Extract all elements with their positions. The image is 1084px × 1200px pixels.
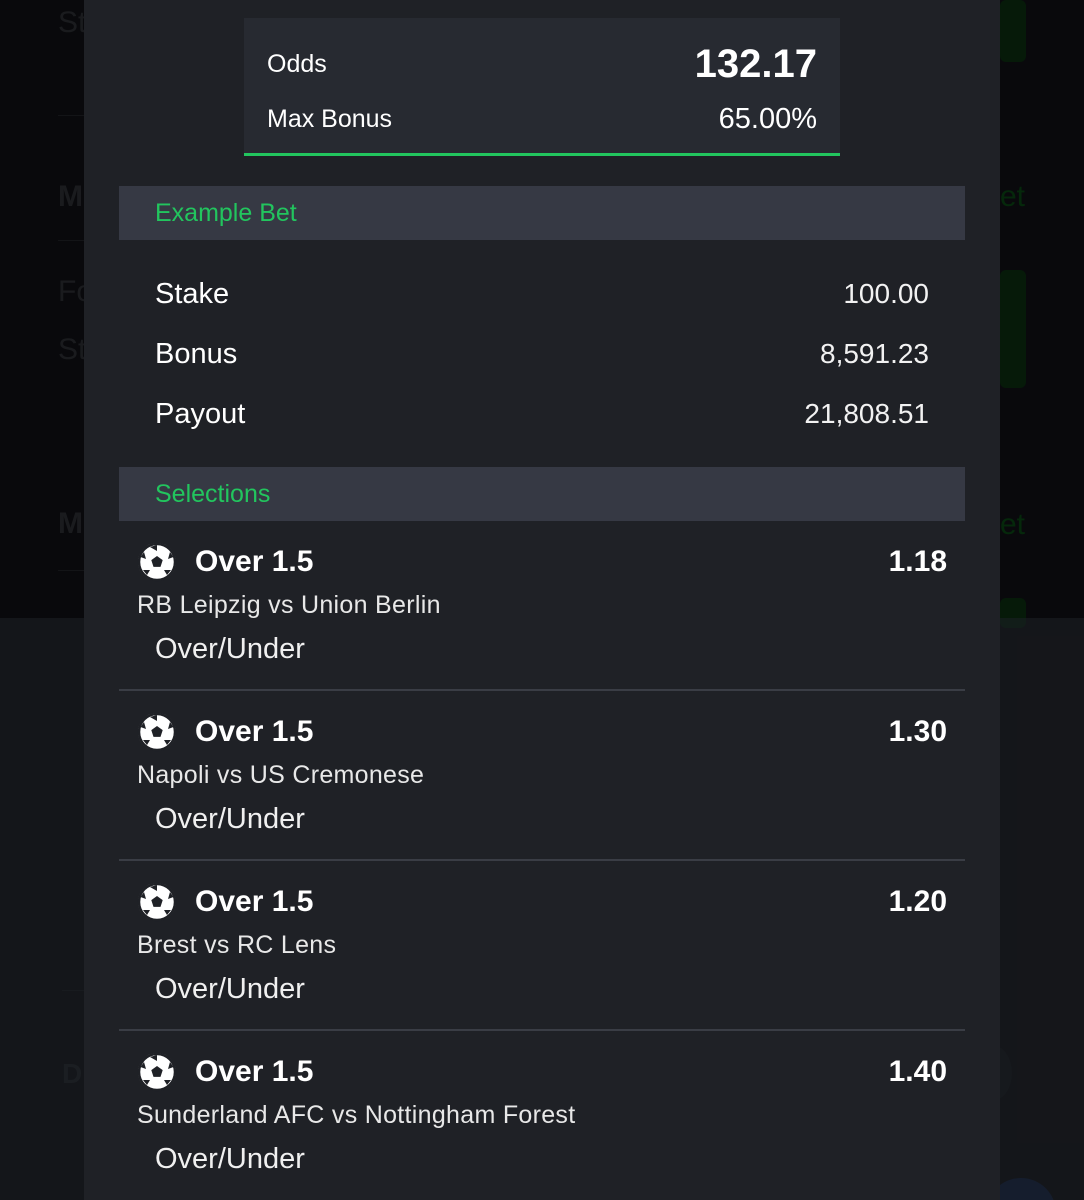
bonus-value: 8,591.23 bbox=[820, 338, 929, 369]
selection-market-type: Over/Under bbox=[155, 973, 305, 1005]
selection-header-row: Over 1.5 1.30 bbox=[137, 711, 947, 753]
selection-odds: 1.40 bbox=[888, 1055, 947, 1088]
selection-odds: 1.18 bbox=[888, 545, 947, 578]
selection-market-type: Over/Under bbox=[155, 633, 305, 665]
selection-market: Over 1.5 bbox=[195, 885, 314, 918]
bonus-label: Bonus bbox=[155, 337, 238, 370]
selection-market-type: Over/Under bbox=[155, 803, 305, 835]
odds-label: Odds bbox=[267, 49, 327, 78]
selection-market: Over 1.5 bbox=[195, 545, 314, 578]
screen: St M Fo St M D et et Odds 132.17 Max Bon… bbox=[0, 0, 1084, 1200]
selection-item[interactable]: Over 1.5 1.20 Brest vs RC Lens Over/Unde… bbox=[119, 861, 965, 1031]
soccer-ball-icon bbox=[137, 1052, 177, 1092]
soccer-ball-icon bbox=[137, 882, 177, 922]
selection-header-row: Over 1.5 1.20 bbox=[137, 881, 947, 923]
max-bonus-row: Max Bonus 65.00% bbox=[267, 102, 817, 136]
selection-item[interactable]: Over 1.5 1.18 RB Leipzig vs Union Berlin… bbox=[119, 521, 965, 691]
selection-market: Over 1.5 bbox=[195, 715, 314, 748]
bonus-row: Bonus 8,591.23 bbox=[155, 334, 929, 374]
bet-details-modal: Odds 132.17 Max Bonus 65.00% Example Bet… bbox=[84, 0, 1000, 1200]
stake-label: Stake bbox=[155, 277, 230, 310]
selection-market-type: Over/Under bbox=[155, 1143, 305, 1175]
selection-market: Over 1.5 bbox=[195, 1055, 314, 1088]
max-bonus-value: 65.00% bbox=[718, 102, 817, 135]
max-bonus-label: Max Bonus bbox=[267, 104, 393, 133]
selection-header-row: Over 1.5 1.18 bbox=[137, 541, 947, 583]
selection-odds: 1.20 bbox=[888, 885, 947, 918]
soccer-ball-icon bbox=[137, 542, 177, 582]
selection-item[interactable]: Over 1.5 1.30 Napoli vs US Cremonese Ove… bbox=[119, 691, 965, 861]
stake-value: 100.00 bbox=[843, 278, 929, 309]
selection-header-row: Over 1.5 1.40 bbox=[137, 1051, 947, 1093]
odds-value: 132.17 bbox=[694, 41, 817, 86]
odds-row: Odds 132.17 bbox=[267, 42, 817, 86]
example-bet-title: Example Bet bbox=[155, 198, 297, 227]
selection-match: Sunderland AFC vs Nottingham Forest bbox=[137, 1101, 576, 1129]
selection-odds: 1.30 bbox=[888, 715, 947, 748]
selection-match: Brest vs RC Lens bbox=[137, 931, 337, 959]
example-bet-header: Example Bet bbox=[119, 186, 965, 240]
selection-match: Napoli vs US Cremonese bbox=[137, 761, 425, 789]
selections-title: Selections bbox=[155, 479, 271, 508]
payout-value: 21,808.51 bbox=[804, 398, 929, 429]
soccer-ball-icon bbox=[137, 712, 177, 752]
selection-item[interactable]: Over 1.5 1.40 Sunderland AFC vs Nottingh… bbox=[119, 1031, 965, 1200]
selection-match: RB Leipzig vs Union Berlin bbox=[137, 591, 441, 619]
payout-label: Payout bbox=[155, 397, 246, 430]
odds-summary-card: Odds 132.17 Max Bonus 65.00% bbox=[244, 18, 840, 156]
selections-header: Selections bbox=[119, 467, 965, 521]
payout-row: Payout 21,808.51 bbox=[155, 394, 929, 434]
stake-row: Stake 100.00 bbox=[155, 274, 929, 314]
